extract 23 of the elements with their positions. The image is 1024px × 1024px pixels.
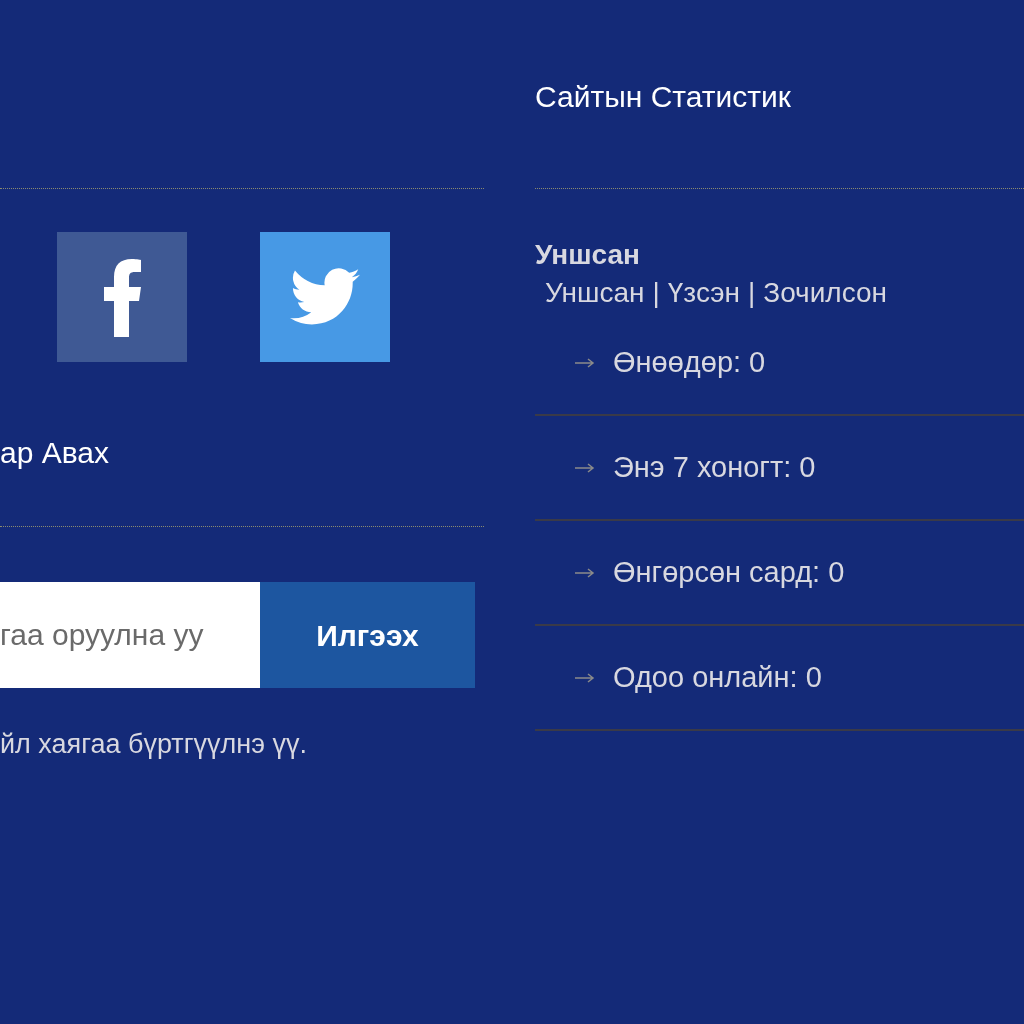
- facebook-button[interactable]: [57, 232, 187, 362]
- stat-row-text: Энэ 7 хоногт: 0: [613, 449, 816, 485]
- subscribe-title: ар Авах: [0, 435, 110, 471]
- separator: |: [652, 276, 660, 310]
- separator: |: [747, 276, 756, 310]
- stat-row-text: Өнгөрсөн сард: 0: [613, 554, 845, 590]
- arrow-icon: [573, 671, 597, 684]
- subscribe-note: йл хаягаа бүртгүүлнэ үү.: [0, 728, 308, 761]
- stats-link[interactable]: Үзсэн: [667, 275, 740, 311]
- stats-title: Сайтын Статистик: [535, 79, 791, 115]
- send-button[interactable]: Илгээх: [260, 582, 475, 688]
- stats-link[interactable]: Зочилсон: [763, 275, 888, 311]
- arrow-icon: [573, 566, 597, 579]
- twitter-button[interactable]: [260, 232, 390, 362]
- arrow-icon: [573, 461, 597, 474]
- stats-subtitle: Уншсан: [535, 238, 641, 272]
- stats-link[interactable]: Уншсан: [545, 275, 645, 311]
- email-field[interactable]: гаа оруулна уу: [0, 582, 260, 688]
- bird-icon: [290, 267, 360, 327]
- stat-row-text: Өнөөдөр: 0: [613, 344, 766, 380]
- arrow-icon: [573, 356, 597, 369]
- stat-row-text: Одоо онлайн: 0: [613, 659, 822, 695]
- facebook-icon: [102, 257, 142, 337]
